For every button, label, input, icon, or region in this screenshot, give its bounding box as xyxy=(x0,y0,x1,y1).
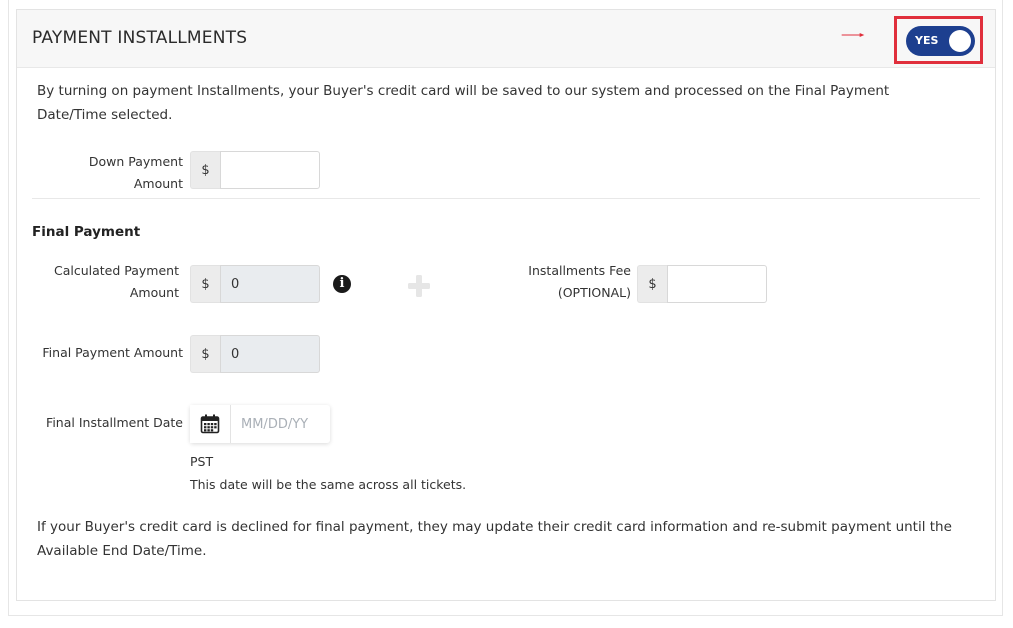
currency-addon: $ xyxy=(190,265,220,303)
final-payment-amount-group: $ 0 xyxy=(190,335,320,373)
final-payment-amount-input: 0 xyxy=(220,335,320,373)
final-installment-date-picker[interactable]: MM/DD/YY xyxy=(190,405,330,443)
payment-installments-panel: PAYMENT INSTALLMENTS YES By turning on p… xyxy=(16,9,996,601)
calculated-payment-label-line1: Calculated Payment xyxy=(53,263,179,278)
currency-addon: $ xyxy=(637,265,667,303)
toggle-label: YES xyxy=(915,34,939,47)
final-payment-title: Final Payment xyxy=(32,224,141,240)
declined-card-note: If your Buyer's credit card is declined … xyxy=(37,519,952,559)
installments-fee-label: Installments Fee (OPTIONAL) xyxy=(507,260,631,304)
toggle-knob xyxy=(949,30,971,52)
currency-addon: $ xyxy=(190,151,220,189)
currency-addon: $ xyxy=(190,335,220,373)
info-circle-icon[interactable]: i xyxy=(333,275,351,293)
timezone-text: PST xyxy=(190,454,214,469)
calendar-icon[interactable] xyxy=(190,405,231,443)
date-input[interactable]: MM/DD/YY xyxy=(231,405,330,443)
calculated-payment-input: 0 xyxy=(220,265,320,303)
plus-icon xyxy=(408,275,430,297)
calculated-payment-label: Calculated Payment Amount xyxy=(37,260,179,304)
section-divider xyxy=(32,198,980,199)
installments-fee-label-line2: (OPTIONAL) xyxy=(557,285,631,300)
installments-toggle[interactable]: YES xyxy=(906,26,975,56)
installments-fee-label-line1: Installments Fee xyxy=(528,263,631,278)
down-payment-input[interactable] xyxy=(220,151,320,189)
annotation-arrow-icon xyxy=(841,33,865,37)
calculated-payment-group: $ 0 xyxy=(190,265,320,303)
intro-text: By turning on payment Installments, your… xyxy=(37,83,890,123)
installments-fee-group: $ xyxy=(637,265,767,303)
panel-title: PAYMENT INSTALLMENTS xyxy=(32,28,248,48)
calculated-payment-label-line2: Amount xyxy=(129,285,179,300)
final-payment-amount-label: Final Payment Amount xyxy=(42,345,183,360)
down-payment-label: Down Payment Amount xyxy=(88,154,183,191)
date-note-text: This date will be the same across all ti… xyxy=(190,477,467,492)
installments-fee-input[interactable] xyxy=(667,265,767,303)
down-payment-group: $ xyxy=(190,151,320,189)
panel-header: PAYMENT INSTALLMENTS YES xyxy=(17,10,995,68)
final-installment-date-label: Final Installment Date xyxy=(46,415,183,430)
